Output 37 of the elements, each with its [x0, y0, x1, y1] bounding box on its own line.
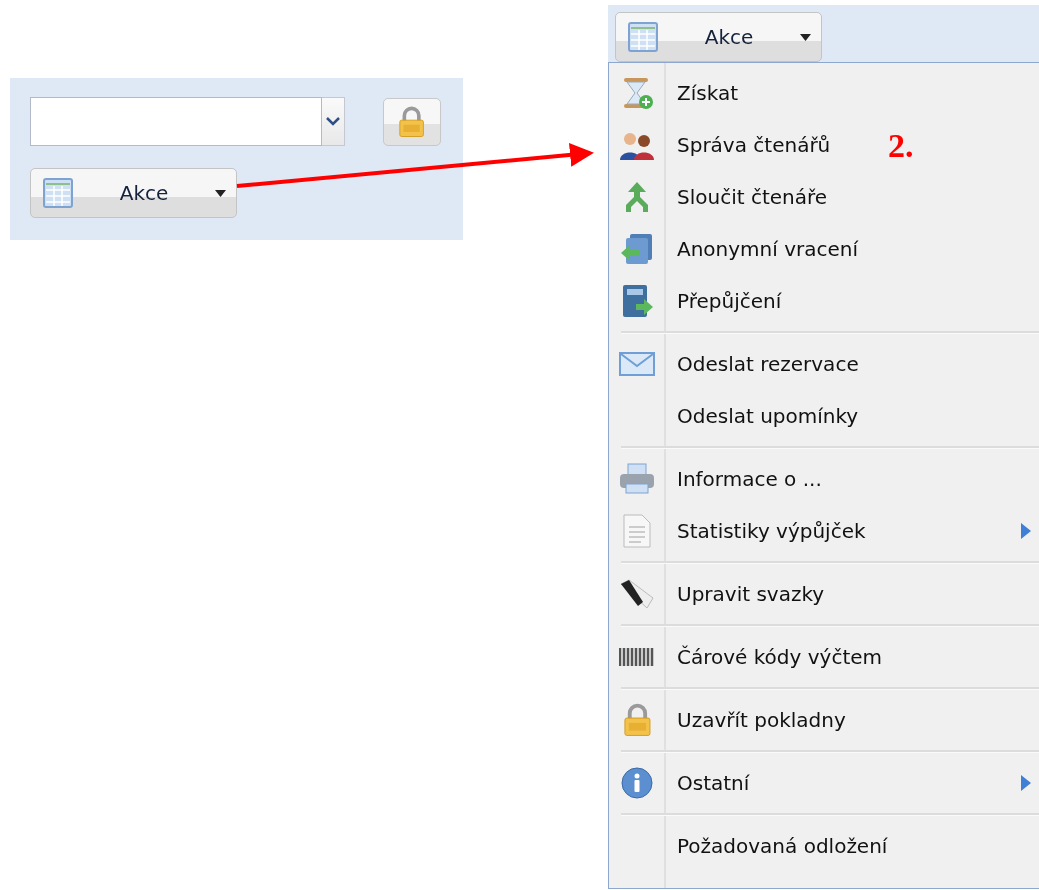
barcode-icon: [619, 648, 655, 666]
menu-item[interactable]: Požadovaná odložení: [609, 820, 888, 872]
menu-item[interactable]: Odeslat rezervace: [609, 338, 859, 390]
lock-icon: [622, 703, 652, 737]
action-button[interactable]: Akce: [615, 12, 822, 62]
merge-arrow-icon: [623, 181, 651, 213]
lock-button[interactable]: [383, 97, 441, 146]
menu-item[interactable]: Uzavřít pokladny: [609, 694, 846, 746]
document-arrow-icon: [620, 233, 654, 265]
menu-item[interactable]: Čárové kódy výčtem: [609, 631, 883, 683]
people-icon: [619, 130, 655, 160]
lock-icon: [398, 105, 426, 138]
menu-item[interactable]: Anonymní vracení: [609, 223, 859, 275]
envelope-icon: [619, 352, 655, 376]
chevron-down-icon: [326, 117, 340, 126]
annotation-number: 2.: [888, 127, 914, 165]
pen-icon: [619, 578, 655, 610]
menu-item[interactable]: Odeslat upomínky: [609, 390, 859, 442]
table-icon: [628, 22, 658, 52]
caret-icon: [800, 33, 811, 41]
menu-item[interactable]: Informace o ...: [609, 453, 822, 505]
menu-item[interactable]: Sloučit čtenáře: [609, 171, 828, 223]
menu-item[interactable]: Ostatní: [609, 757, 1039, 809]
dropdown-button[interactable]: [322, 97, 345, 146]
menu-item[interactable]: Upravit svazky: [609, 568, 825, 620]
menu-item[interactable]: Správa čtenářů: [609, 119, 831, 171]
table-icon: [43, 178, 73, 208]
book-arrow-icon: [620, 284, 654, 318]
document-icon: [623, 514, 651, 548]
info-icon: [621, 767, 653, 799]
caret-icon: [215, 189, 226, 197]
menu-item[interactable]: Statistiky výpůjček: [609, 505, 1039, 557]
action-button[interactable]: Akce: [30, 168, 237, 218]
text-field[interactable]: [30, 97, 322, 146]
printer-icon: [619, 463, 655, 495]
menu-item[interactable]: Získat: [609, 67, 738, 119]
menu-item[interactable]: Přepůjčení: [609, 275, 782, 327]
